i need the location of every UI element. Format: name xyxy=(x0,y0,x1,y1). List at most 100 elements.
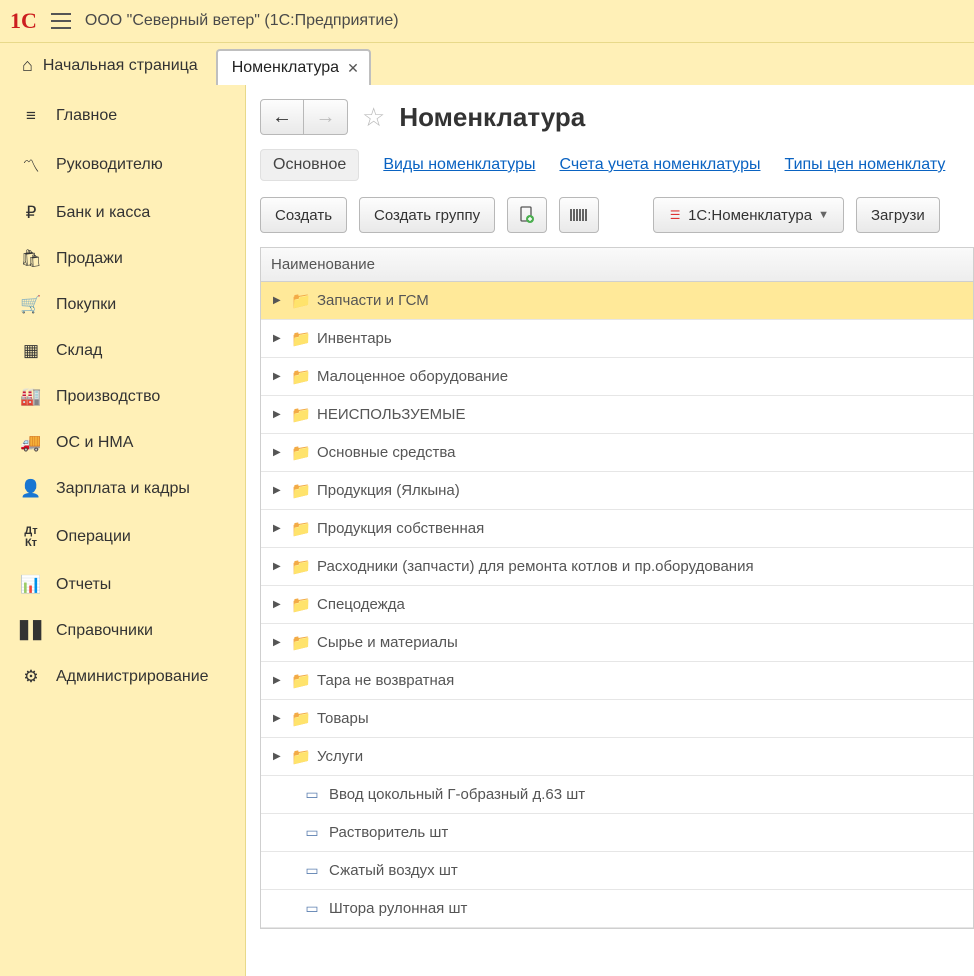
content-area: ← → ☆ Номенклатура Основное Виды номенкл… xyxy=(246,85,974,976)
sidebar-item-warehouse[interactable]: ▦Склад xyxy=(0,328,245,374)
bag-icon: 🛍 xyxy=(20,249,42,269)
expand-icon[interactable]: ▶ xyxy=(273,523,283,534)
sidebar: ≡ Главное 〽Руководителю ₽ Банк и касса 🛍 Пр… xyxy=(0,85,246,976)
row-label: Запчасти и ГСМ xyxy=(317,292,429,309)
logo-icon: 1C xyxy=(10,8,37,34)
sidebar-item-label: Зарплата и кадры xyxy=(56,480,190,498)
ruble-icon: ₽ xyxy=(20,203,42,223)
row-label: Продукция (Ялкына) xyxy=(317,482,460,499)
subnav-main[interactable]: Основное xyxy=(260,149,359,181)
person-icon: 👤 xyxy=(20,479,42,499)
subnav-accounts[interactable]: Счета учета номенклатуры xyxy=(559,156,760,174)
item-icon: ▭ xyxy=(303,824,321,841)
expand-icon[interactable]: ▶ xyxy=(273,447,283,458)
list-icon: ≡ xyxy=(20,106,42,126)
expand-icon[interactable]: ▶ xyxy=(273,409,283,420)
table-row[interactable]: ▶📁НЕИСПОЛЬЗУЕМЫЕ xyxy=(261,396,973,434)
table-row[interactable]: ▭Растворитель шт xyxy=(261,814,973,852)
sidebar-item-label: Покупки xyxy=(56,296,116,314)
tab-bar: ⌂ Начальная страница Номенклатура ✕ xyxy=(0,43,974,85)
row-label: Тара не возвратная xyxy=(317,672,454,689)
table-row[interactable]: ▶📁Тара не возвратная xyxy=(261,662,973,700)
expand-icon[interactable]: ▶ xyxy=(273,599,283,610)
item-icon: ▭ xyxy=(303,900,321,917)
sidebar-item-production[interactable]: 🏭 Производство xyxy=(0,374,245,420)
table-row[interactable]: ▶📁Товары xyxy=(261,700,973,738)
truck-icon: 🚚 xyxy=(20,433,42,453)
create-group-button[interactable]: Создать группу xyxy=(359,197,495,233)
sidebar-item-assets[interactable]: 🚚 ОС и НМА xyxy=(0,420,245,466)
list-icon xyxy=(668,208,682,222)
sidebar-item-reports[interactable]: 📊Отчеты xyxy=(0,562,245,608)
sidebar-item-bank[interactable]: ₽ Банк и касса xyxy=(0,190,245,236)
item-icon: ▭ xyxy=(303,786,321,803)
sidebar-item-manager[interactable]: 〽Руководителю xyxy=(0,139,245,190)
sidebar-item-catalogs[interactable]: ▋▋Справочники xyxy=(0,608,245,654)
row-label: Услуги xyxy=(317,748,363,765)
table-row[interactable]: ▶📁Запчасти и ГСМ xyxy=(261,282,973,320)
favorite-icon[interactable]: ☆ xyxy=(362,102,385,133)
expand-icon[interactable]: ▶ xyxy=(273,751,283,762)
folder-icon: 📁 xyxy=(291,557,309,577)
gear-icon: ⚙ xyxy=(20,667,42,687)
sidebar-item-operations[interactable]: ДтКтОперации xyxy=(0,512,245,562)
folder-icon: 📁 xyxy=(291,519,309,539)
folder-icon: 📁 xyxy=(291,595,309,615)
table-header-name[interactable]: Наименование xyxy=(261,248,973,282)
source-dropdown[interactable]: 1С:Номенклатура▼ xyxy=(653,197,844,233)
table-row[interactable]: ▶📁Малоценное оборудование xyxy=(261,358,973,396)
expand-icon[interactable]: ▶ xyxy=(273,675,283,686)
create-button[interactable]: Создать xyxy=(260,197,347,233)
sidebar-item-label: Продажи xyxy=(56,250,123,268)
page-header: ← → ☆ Номенклатура xyxy=(260,99,974,135)
tab-home[interactable]: ⌂ Начальная страница xyxy=(12,46,212,85)
sidebar-item-hr[interactable]: 👤 Зарплата и кадры xyxy=(0,466,245,512)
table-row[interactable]: ▶📁Инвентарь xyxy=(261,320,973,358)
close-icon[interactable]: ✕ xyxy=(347,60,359,77)
sidebar-item-purchases[interactable]: 🛒Покупки xyxy=(0,282,245,328)
sidebar-item-admin[interactable]: ⚙ Администрирование xyxy=(0,654,245,700)
app-title: ООО "Северный ветер" (1С:Предприятие) xyxy=(85,12,399,30)
tab-nomenclature[interactable]: Номенклатура ✕ xyxy=(216,49,371,85)
menu-icon[interactable] xyxy=(51,13,71,29)
row-label: Основные средства xyxy=(317,444,455,461)
nav-forward-button[interactable]: → xyxy=(304,99,348,135)
expand-icon[interactable]: ▶ xyxy=(273,485,283,496)
table-row[interactable]: ▶📁Спецодежда xyxy=(261,586,973,624)
sidebar-item-label: Главное xyxy=(56,107,117,125)
expand-icon[interactable]: ▶ xyxy=(273,561,283,572)
nav-back-button[interactable]: ← xyxy=(260,99,304,135)
expand-icon[interactable]: ▶ xyxy=(273,637,283,648)
table-row[interactable]: ▭Сжатый воздух шт xyxy=(261,852,973,890)
table-row[interactable]: ▭Ввод цокольный Г-образный д.63 шт xyxy=(261,776,973,814)
books-icon: ▋▋ xyxy=(20,621,42,641)
row-label: Сжатый воздух шт xyxy=(329,862,458,879)
table-row[interactable]: ▶📁Сырье и материалы xyxy=(261,624,973,662)
load-button[interactable]: Загрузи xyxy=(856,197,940,233)
folder-icon: 📁 xyxy=(291,747,309,767)
barcode-button[interactable] xyxy=(559,197,599,233)
expand-icon[interactable]: ▶ xyxy=(273,333,283,344)
sidebar-item-label: ОС и НМА xyxy=(56,434,133,452)
table-row[interactable]: ▶ 📁 Услуги xyxy=(261,738,973,776)
expand-icon[interactable]: ▶ xyxy=(273,295,283,306)
sidebar-item-label: Производство xyxy=(56,388,160,406)
sidebar-item-label: Администрирование xyxy=(56,668,209,686)
sidebar-item-label: Банк и касса xyxy=(56,204,150,222)
subnav-types[interactable]: Виды номенклатуры xyxy=(383,156,535,174)
subnav-price-types[interactable]: Типы цен номенклату xyxy=(785,156,946,174)
table-row[interactable]: ▭Штора рулонная шт xyxy=(261,890,973,928)
folder-icon: 📁 xyxy=(291,481,309,501)
factory-icon: 🏭 xyxy=(20,387,42,407)
table-row[interactable]: ▶ 📁 Продукция (Ялкына) xyxy=(261,472,973,510)
expand-icon[interactable]: ▶ xyxy=(273,713,283,724)
sidebar-item-sales[interactable]: 🛍 Продажи xyxy=(0,236,245,282)
sidebar-item-main[interactable]: ≡ Главное xyxy=(0,93,245,139)
expand-icon[interactable]: ▶ xyxy=(273,371,283,382)
journal-icon: ДтКт xyxy=(20,525,42,549)
table-row[interactable]: ▶📁Продукция собственная xyxy=(261,510,973,548)
table-row[interactable]: ▶📁Основные средства xyxy=(261,434,973,472)
add-from-file-button[interactable] xyxy=(507,197,547,233)
table-row[interactable]: ▶📁Расходники (запчасти) для ремонта котл… xyxy=(261,548,973,586)
tab-home-label: Начальная страница xyxy=(43,57,198,75)
